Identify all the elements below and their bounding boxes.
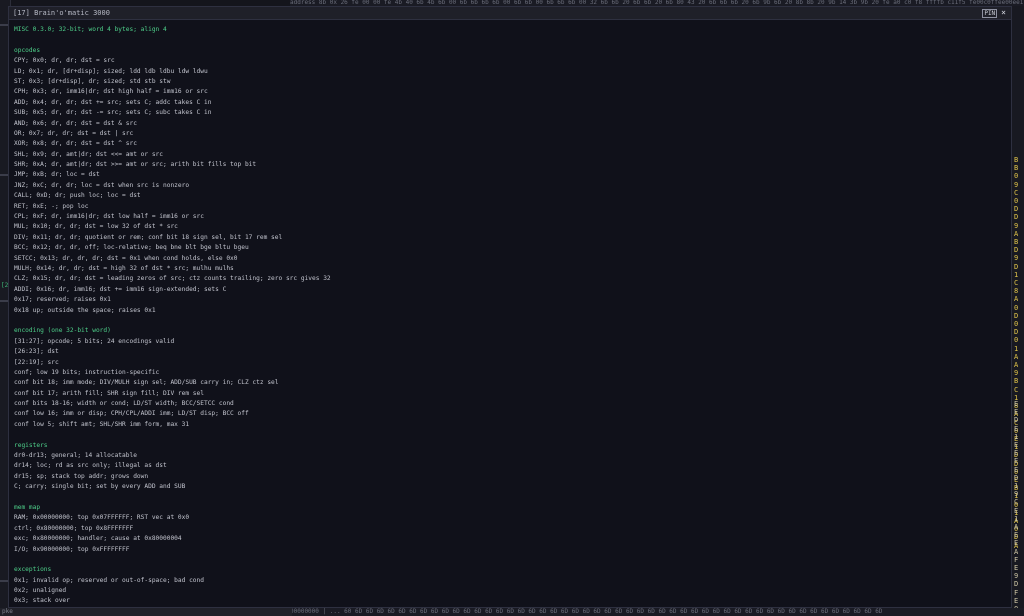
background-bottom-left-status: pke [0, 608, 292, 616]
pin-button[interactable]: PIN [982, 8, 998, 18]
spec-line: dr0-dr13; general; 14 allocatable [14, 452, 137, 460]
spec-line: 0x17; reserved; raises 0x1 [14, 296, 111, 304]
spec-line: I/O; 0x90000000; top 0xFFFFFFFF [14, 545, 130, 553]
spec-header: MISC 0.3.0; 32-bit; word 4 bytes; align … [14, 26, 167, 33]
window-title: [17] Brain'o'matic 3000 [13, 9, 110, 17]
spec-line: SHL; 0x9; dr, amt|dr; dst <<= amt or src [14, 150, 164, 158]
spec-line: CLZ; 0x15; dr, dr; dst = leading zeros o… [14, 275, 331, 283]
spec-line: dr14; loc; rd as src only; illegal as ds… [14, 462, 167, 470]
section-title: opcodes [14, 46, 41, 54]
spec-line: 0x1; invalid op; reserved or out-of-spac… [14, 576, 204, 584]
spec-line: 0x3; stack over [14, 597, 70, 605]
section-title: encoding (one 32-bit word) [14, 327, 111, 335]
spec-line: exc; 0x80000000; handler; cause at 0x800… [14, 535, 182, 543]
spec-line: AND; 0x6; dr, dr; dst = dst & src [14, 119, 137, 127]
spec-line: RAM; 0x00000000; top 0x07FFFFFF; RST vec… [14, 514, 190, 522]
terminal-window[interactable]: [17] Brain'o'matic 3000 PIN × MISC 0.3.0… [8, 6, 1012, 608]
window-titlebar[interactable]: [17] Brain'o'matic 3000 PIN × [9, 7, 1011, 20]
spec-line: CPL; 0xF; dr, imm16|dr; dst low half = i… [14, 213, 204, 221]
close-button[interactable]: × [999, 9, 1008, 17]
spec-line: RET; 0xE; -; pop loc [14, 202, 89, 210]
spec-line: BCC; 0x12; dr, dr, off; loc-relative; be… [14, 244, 249, 252]
spec-line: conf; low 19 bits; instruction-specific [14, 368, 160, 376]
spec-line: JNZ; 0xC; dr, dr; loc = dst when src is … [14, 181, 190, 189]
spec-line: [22:19]; src [14, 358, 59, 366]
spec-line: MULH; 0x14; dr, dr; dst = high 32 of dst… [14, 264, 234, 272]
spec-line: C; carry; single bit; set by every ADD a… [14, 483, 186, 491]
spec-line: DIV; 0x11; dr, dr; quotient or rem; conf… [14, 233, 283, 241]
spec-line: conf low 5; shift amt; SHL/SHR imm form,… [14, 420, 190, 428]
spec-line: ST; 0x3; [dr+disp], dr; sized; std stb s… [14, 77, 171, 85]
spec-line: 0x4; stack under [14, 607, 1011, 608]
section-title: mem map [14, 503, 41, 511]
spec-line: conf bit 17; arith fill; SHR sign fill; … [14, 389, 204, 397]
spec-line: CPY; 0x0; dr, dr; dst = src [14, 57, 115, 65]
spec-line: 0x18 up; outside the space; raises 0x1 [14, 306, 156, 314]
spec-line: ADD; 0x4; dr, dr; dst += src; sets C; ad… [14, 98, 212, 106]
spec-line: 0x2; unaligned [14, 587, 67, 595]
spec-line: conf bit 18; imm mode; DIV/MULH sign sel… [14, 379, 279, 387]
spec-line: CPH; 0x3; dr, imm16|dr; dst high half = … [14, 88, 208, 96]
background-bottom-hexdump: 00000000 | ... 60 6D 6D 6D 6D 6D 6D 6D 6… [290, 608, 1024, 616]
spec-line: conf bits 18-16; width or cond; LD/ST wi… [14, 400, 234, 408]
spec-line: LD; 0x1; dr, [dr+disp]; sized; ldd ldb l… [14, 67, 208, 75]
spec-line: OR; 0x7; dr, dr; dst = dst | src [14, 129, 134, 137]
spec-line: ADDI; 0x16; dr, imm16; dst += imm16 sign… [14, 285, 227, 293]
spec-line: SUB; 0x5; dr, dr; dst -= src; sets C; su… [14, 109, 212, 117]
spec-line: dr15; sp; stack top addr; grows down [14, 472, 149, 480]
spec-line: [31:27]; opcode; 5 bits; 24 encodings va… [14, 337, 175, 345]
spec-line: [26:23]; dst [14, 348, 59, 356]
spec-line: MUL; 0x10; dr, dr; dst = low 32 of dst *… [14, 223, 178, 231]
spec-line: JMP; 0xB; dr; loc = dst [14, 171, 100, 179]
spec-line: SHR; 0xA; dr, amt|dr; dst >>= amt or src… [14, 161, 257, 169]
spec-line: CALL; 0xD; dr; push loc; loc = dst [14, 192, 141, 200]
background-right-column-lower: EEDE1EEEED19CE1AEEAFE9DFE0FFA [1014, 400, 1019, 608]
window-controls: PIN × [982, 8, 1008, 18]
terminal-content[interactable]: MISC 0.3.0; 32-bit; word 4 bytes; align … [9, 20, 1011, 608]
spec-line: ctrl; 0x80000000; top 0x8FFFFFFF [14, 524, 134, 532]
spec-line: XOR; 0x8; dr, dr; dst = dst ^ src [14, 140, 137, 148]
background-right-panel: BB09C0DD9ABD9D1C8A0D0D01AA9BC18AC0E1DD0E… [1012, 6, 1024, 608]
section-title: registers [14, 441, 48, 449]
section-title: exceptions [14, 566, 52, 574]
spec-line: SETCC; 0x13; dr, dr, dr; dst = 0x1 when … [14, 254, 238, 262]
spec-line: conf low 16; imm or disp; CPH/CPL/ADDI i… [14, 410, 249, 418]
